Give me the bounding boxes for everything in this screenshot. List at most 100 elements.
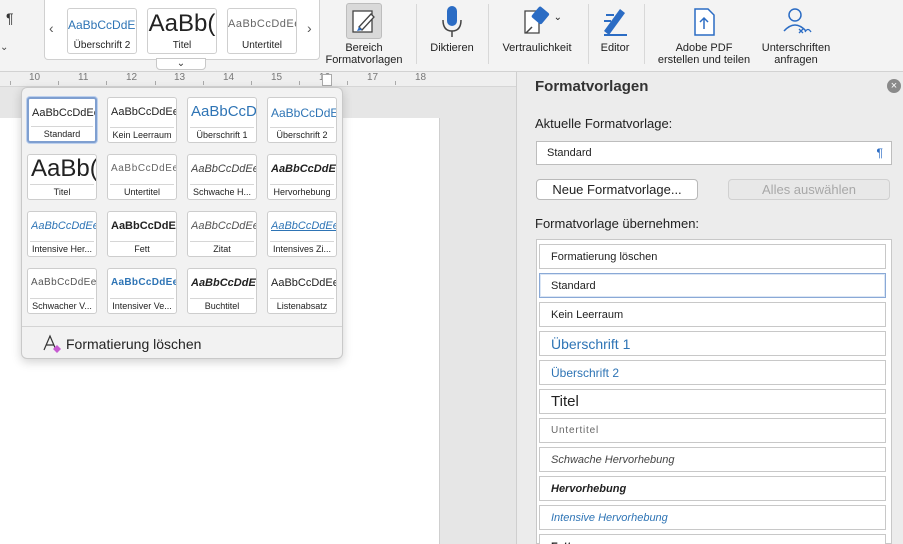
pane-title: Formatvorlagen — [535, 78, 649, 95]
list-item-subtle-emphasis[interactable]: Schwache Hervorhebung — [539, 447, 886, 472]
style-preview: AaBb( — [148, 10, 216, 37]
style-preview: AaBbCcDdEe — [271, 220, 336, 232]
clear-formatting-label: Formatierung löschen — [66, 336, 202, 352]
style-label: Hervorhebung — [273, 187, 331, 197]
dictate-button[interactable]: Diktieren — [424, 0, 480, 70]
ruler-number: 18 — [415, 72, 427, 83]
style-tile-book-title[interactable]: AaBbCcDdEe Buchtitel — [187, 268, 257, 314]
microphone-icon — [441, 0, 463, 42]
style-tile-heading1[interactable]: AaBbCcDc Überschrift 1 — [187, 97, 257, 143]
ribbon-toolbar: ¶ ⌄ ‹ AaBbCcDdEe Überschrift 2 AaBb( Tit… — [0, 0, 903, 72]
gallery-scroll-right-button[interactable]: › — [307, 20, 312, 36]
ruler-number: 15 — [271, 72, 283, 83]
style-tile-title[interactable]: AaBb( Titel — [27, 154, 97, 200]
list-item-subtitle[interactable]: Untertitel — [539, 418, 886, 443]
clear-formatting-button[interactable]: Formatierung löschen — [22, 326, 342, 358]
style-label: Untertitel — [123, 187, 160, 197]
right-indent-marker[interactable] — [322, 74, 332, 86]
style-tile-intense-emphasis[interactable]: AaBbCcDdEe Intensive Her... — [27, 211, 97, 257]
list-item-emphasis[interactable]: Hervorhebung — [539, 476, 886, 501]
style-label: Fett — [134, 244, 150, 254]
editor-pen-icon — [600, 0, 630, 42]
style-tile-strong[interactable]: AaBbCcDdEe Fett — [107, 211, 177, 257]
styles-pane-button[interactable]: Bereich Formatvorlagen — [322, 0, 406, 70]
list-item-standard[interactable]: Standard — [539, 273, 886, 298]
sensitivity-button[interactable]: ⌄ Vertraulichkeit — [496, 0, 578, 70]
styles-gallery-dropdown: AaBbCcDdEe Standard AaBbCcDdEe Kein Leer… — [21, 87, 343, 359]
list-item-no-spacing[interactable]: Kein Leerraum — [539, 302, 886, 327]
style-label: Überschrift 2 — [276, 130, 328, 140]
new-style-button[interactable]: Neue Formatvorlage... — [536, 179, 698, 200]
editor-label: Editor — [600, 42, 630, 54]
select-all-button[interactable]: Alles auswählen — [728, 179, 890, 200]
style-preview: AaBbCcDdEe — [31, 220, 96, 232]
close-pane-button[interactable]: × — [887, 79, 901, 93]
list-item-heading2[interactable]: Überschrift 2 — [539, 360, 886, 385]
gallery-style-title[interactable]: AaBb( Titel — [147, 8, 217, 54]
style-tile-standard[interactable]: AaBbCcDdEe Standard — [27, 97, 97, 143]
current-style-label: Aktuelle Formatvorlage: — [535, 116, 673, 131]
style-tile-intense-reference[interactable]: AaBbCcDdEe Intensiver Ve... — [107, 268, 177, 314]
ruler-number: 11 — [78, 72, 89, 83]
style-preview: AaBbCcDdEe — [228, 18, 296, 30]
style-tile-quote[interactable]: AaBbCcDdEe Zitat — [187, 211, 257, 257]
ruler-number: 12 — [126, 72, 138, 83]
ruler-number: 10 — [29, 72, 41, 83]
clear-formatting-icon — [42, 334, 64, 359]
style-preview: AaBbCcDdEe — [271, 277, 336, 289]
style-label: Titel — [172, 40, 192, 51]
sensitivity-icon: ⌄ — [522, 0, 562, 42]
share-pdf-icon — [690, 0, 718, 42]
horizontal-ruler[interactable]: 10 11 12 13 14 15 16 17 18 — [0, 72, 516, 87]
style-preview: AaBbCcDdEe — [191, 163, 256, 175]
style-tile-list-paragraph[interactable]: AaBbCcDdEe Listenabsatz — [267, 268, 337, 314]
gallery-scroll-left-button[interactable]: ‹ — [49, 20, 54, 36]
ruler-number: 14 — [223, 72, 235, 83]
style-preview: AaBbCcDdEe — [111, 106, 176, 118]
current-style-field[interactable]: Standard ¶ — [536, 141, 892, 165]
request-signatures-label: Unterschriften anfragen — [761, 42, 831, 66]
apply-style-label: Formatvorlage übernehmen: — [535, 216, 700, 231]
style-preview: AaBbCcDc — [191, 103, 256, 120]
style-label: Intensives Zi... — [272, 244, 332, 254]
adobe-pdf-label: Adobe PDF erstellen und teilen — [657, 42, 751, 66]
style-tile-subtle-reference[interactable]: AaBbCcDdEe Schwacher V... — [27, 268, 97, 314]
style-tile-subtle-emphasis[interactable]: AaBbCcDdEe Schwache H... — [187, 154, 257, 200]
list-item-title[interactable]: Titel — [539, 389, 886, 414]
style-tile-subtitle[interactable]: AaBbCcDdEe Untertitel — [107, 154, 177, 200]
gallery-expand-button[interactable]: ⌄ — [156, 58, 206, 70]
ruler-number: 13 — [174, 72, 186, 83]
dictate-label: Diktieren — [430, 42, 474, 54]
style-label: Untertitel — [241, 40, 282, 51]
style-preview: AaBbCcDdEe — [271, 106, 336, 120]
adobe-pdf-button[interactable]: Adobe PDF erstellen und teilen — [650, 0, 758, 70]
gallery-style-subtitle[interactable]: AaBbCcDdEe Untertitel — [227, 8, 297, 54]
styles-pane-icon — [346, 0, 382, 42]
style-preview: AaBbCcDdEe — [111, 277, 176, 288]
style-label: Standard — [43, 129, 81, 139]
signature-icon — [779, 0, 813, 42]
style-tile-heading2[interactable]: AaBbCcDdEe Überschrift 2 — [267, 97, 337, 143]
list-item-intense-emphasis[interactable]: Intensive Hervorhebung — [539, 505, 886, 530]
list-item-strong[interactable]: Fett — [539, 534, 886, 544]
gallery-style-heading2[interactable]: AaBbCcDdEe Überschrift 2 — [67, 8, 137, 54]
style-preview: AaBbCcDdEe — [68, 18, 136, 32]
current-style-value: Standard — [547, 147, 592, 159]
ruler-number: 17 — [367, 72, 379, 83]
style-label: Schwache H... — [192, 187, 252, 197]
style-tile-no-spacing[interactable]: AaBbCcDdEe Kein Leerraum — [107, 97, 177, 143]
chevron-down-icon[interactable]: ⌄ — [0, 42, 8, 53]
show-formatting-marks-button[interactable]: ¶ — [6, 10, 14, 26]
list-item-clear-formatting[interactable]: Formatierung löschen — [539, 244, 886, 269]
style-preview: AaBbCcDdEe — [111, 220, 176, 232]
style-label: Kein Leerraum — [112, 130, 172, 140]
style-label: Intensiver Ve... — [112, 301, 172, 311]
style-tile-intense-quote[interactable]: AaBbCcDdEe Intensives Zi... — [267, 211, 337, 257]
close-icon: × — [890, 80, 898, 92]
style-label: Listenabsatz — [276, 301, 328, 311]
style-tile-emphasis[interactable]: AaBbCcDdEe Hervorhebung — [267, 154, 337, 200]
request-signatures-button[interactable]: Unterschriften anfragen — [756, 0, 836, 70]
list-item-heading1[interactable]: Überschrift 1 — [539, 331, 886, 356]
editor-button[interactable]: Editor — [594, 0, 636, 70]
styles-pane-label: Bereich Formatvorlagen — [325, 42, 403, 66]
